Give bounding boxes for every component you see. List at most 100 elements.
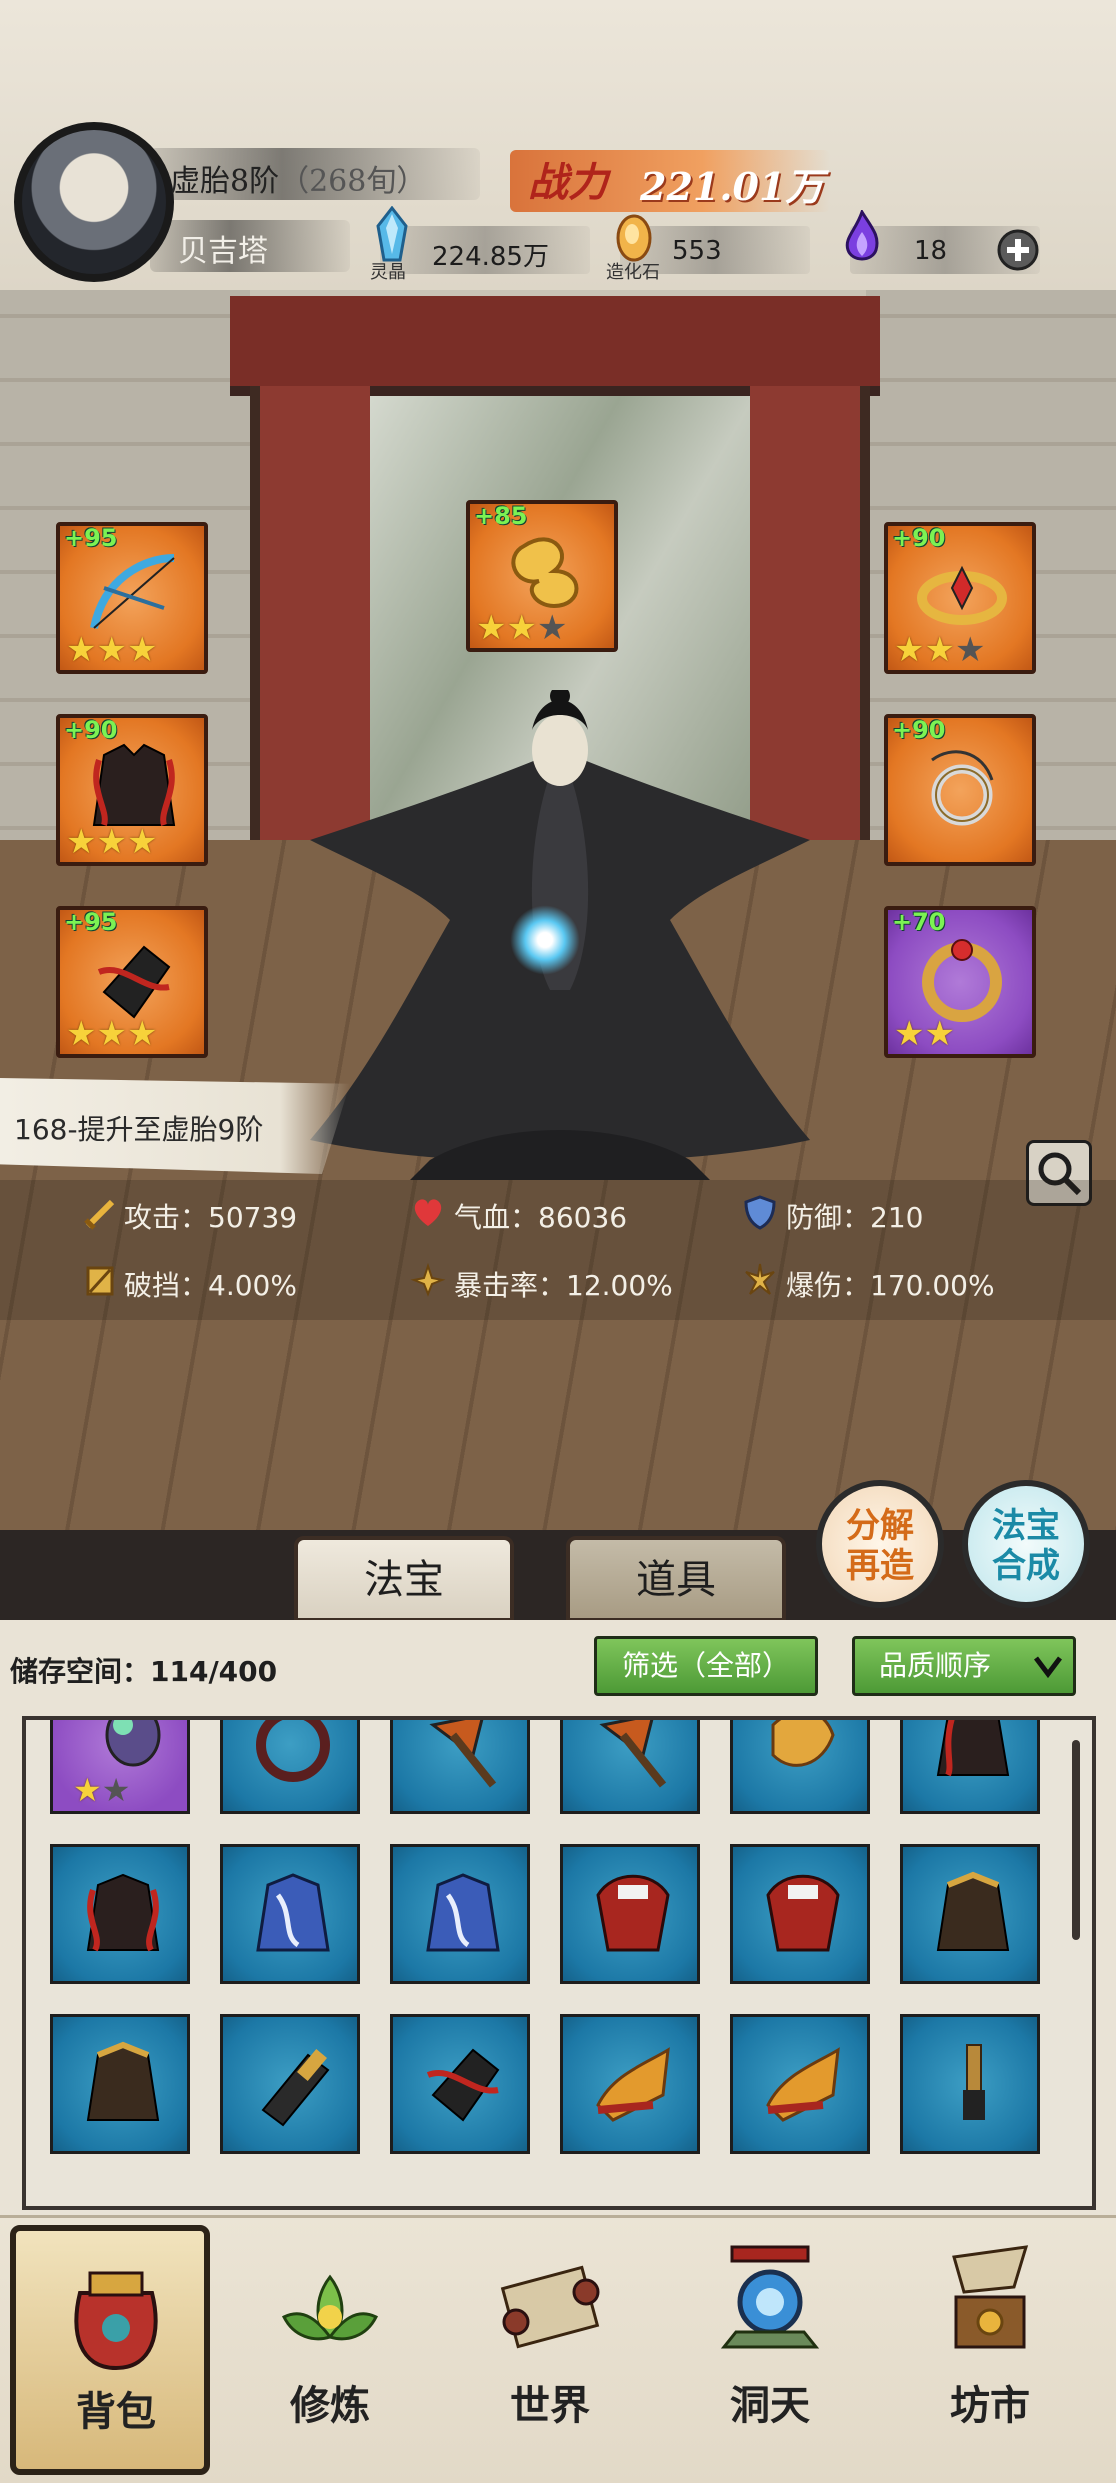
storage-capacity: 储存空间：114/400 [10, 1655, 278, 1688]
slot-stars: ★★★ [66, 630, 158, 670]
combine-label-2: 合成 [992, 1546, 1060, 1586]
spirit-crystal-value: 224.85万 [432, 242, 549, 272]
equip-slot-gauntlet[interactable]: +95 ★★★ [56, 906, 208, 1058]
equip-slot-bow[interactable]: +95 ★★★ [56, 522, 208, 674]
axe-item-icon [599, 1720, 667, 1788]
gauntlet-icon [97, 945, 171, 1019]
nav-label: 洞天 [730, 2382, 810, 2429]
inventory-item-phoenix-boot[interactable] [560, 2014, 700, 2154]
heart-icon [414, 1199, 442, 1226]
armor-icon [92, 743, 176, 826]
inventory-item-phoenix-boot[interactable] [730, 2014, 870, 2154]
creation-stone-value: 553 [672, 236, 722, 266]
portal-icon [720, 2245, 820, 2349]
purple-flame-icon [845, 210, 879, 261]
inventory-item-dark-robe[interactable] [900, 1844, 1040, 1984]
blue-robe-item-icon [256, 1873, 330, 1952]
nav-label: 世界 [510, 2382, 590, 2429]
sort-dropdown[interactable]: 品质顺序 [852, 1636, 1076, 1696]
nav-backpack[interactable]: 背包 [10, 2225, 210, 2475]
tab-treasure[interactable]: 法宝 [294, 1536, 514, 1622]
pendant-icon [931, 750, 994, 826]
realm-label: 虚胎8阶（268旬） [170, 164, 427, 199]
dagger-item-icon [963, 2044, 985, 2120]
phoenix-boot-item-icon [766, 2047, 840, 2122]
bracer-item-icon [261, 2049, 330, 2127]
inventory-item-golden-beast[interactable] [730, 1720, 870, 1814]
nav-cave[interactable]: 洞天 [670, 2225, 870, 2475]
nav-label: 背包 [76, 2388, 156, 2435]
spiked-wheel-item-icon [256, 1720, 330, 1782]
inventory-item-dark-robe[interactable] [50, 2014, 190, 2154]
inventory-item-red-gauntlet[interactable] [390, 2014, 530, 2154]
stat-defense: 防御：210 [786, 1201, 924, 1234]
scroll-icon [500, 2265, 600, 2349]
blue-robe-item-icon [426, 1873, 500, 1952]
tab-bar [0, 1530, 1116, 1620]
inventory-item-blue-robe[interactable] [220, 1844, 360, 1984]
red-gauntlet-item-icon [426, 2048, 500, 2122]
stat-attack: 攻击：50739 [124, 1201, 298, 1234]
tab-items[interactable]: 道具 [566, 1536, 786, 1622]
dark-robe-item-icon [936, 1871, 1010, 1951]
slot-stars: ★★ [894, 1014, 955, 1054]
equip-slot-charm[interactable]: +85 ★★★ [466, 500, 618, 652]
phoenix-boot-item-icon [596, 2047, 670, 2122]
plus-icon[interactable] [996, 228, 1040, 272]
cloud-charm-icon [511, 537, 579, 609]
filter-button[interactable]: 筛选（全部） [594, 1636, 818, 1696]
crown-icon [917, 565, 1007, 625]
equip-slot-crown[interactable]: +90 ★★★ [884, 522, 1036, 674]
sort-label: 品质顺序 [879, 1649, 992, 1682]
inventory-item-demon-mask[interactable] [560, 1844, 700, 1984]
dark-robe-item-icon [86, 2041, 160, 2121]
equip-slot-pendant[interactable]: +90 [884, 714, 1036, 866]
purple-flame-value: 18 [914, 236, 948, 266]
inventory-item-blue-robe[interactable] [390, 1844, 530, 1984]
stat-armor-break: 破挡：4.00% [124, 1269, 297, 1302]
decompose-rebuild-button[interactable]: 分解 再造 [816, 1480, 944, 1608]
inventory-item-bracer[interactable] [220, 2014, 360, 2154]
spirit-orb [510, 905, 580, 975]
ring-icon [922, 939, 1002, 1022]
red-armor-item-icon [86, 1873, 160, 1952]
nav-market[interactable]: 坊市 [890, 2225, 1090, 2475]
lotus-icon [281, 2274, 379, 2341]
inventory-item-demon-mask[interactable] [730, 1844, 870, 1984]
inventory-item-staff[interactable]: ★★ [50, 1720, 190, 1814]
inventory-item-dagger[interactable] [900, 2014, 1040, 2154]
shield-icon [744, 1195, 776, 1230]
creation-stone-icon [616, 214, 652, 262]
creation-stone-label: 造化石 [606, 262, 660, 283]
spirit-crystal-icon [376, 206, 408, 262]
inventory-item-red-armor[interactable] [50, 1844, 190, 1984]
inventory-item-axe[interactable] [390, 1720, 530, 1814]
avatar[interactable] [14, 122, 174, 282]
stat-hp: 气血：86036 [454, 1201, 628, 1234]
slot-stars: ★★★ [66, 1014, 158, 1054]
combat-power-value: 221.01万 [640, 164, 824, 209]
nav-world[interactable]: 世界 [450, 2225, 650, 2475]
spirit-crystal-label: 灵晶 [370, 262, 406, 283]
level-up-text: 168-提升至虚胎9阶 [14, 1113, 264, 1146]
username: 贝吉塔 [178, 234, 268, 269]
slot-stars: ★★★ [476, 608, 568, 648]
slot-stars: ★★★ [894, 630, 986, 670]
armor-break-icon [86, 1266, 114, 1296]
golden-beast-item-icon [771, 1720, 835, 1767]
treasure-combine-button[interactable]: 法宝 合成 [962, 1480, 1090, 1608]
inventory-item-spiked-wheel[interactable] [220, 1720, 360, 1814]
market-icon [952, 2245, 1029, 2349]
bow-icon [90, 554, 175, 629]
stat-crit-damage: 爆伤：170.00% [786, 1269, 995, 1302]
inventory-item-axe[interactable] [560, 1720, 700, 1814]
inventory-grid: ★★ [22, 1716, 1096, 2210]
stat-crit-rate: 暴击率：12.00% [454, 1269, 673, 1302]
inventory-scrollbar[interactable] [1072, 1740, 1080, 1940]
nav-cultivate[interactable]: 修炼 [230, 2225, 430, 2475]
inventory-item-red-robe[interactable] [900, 1720, 1040, 1814]
equip-slot-ring[interactable]: +70 ★★ [884, 906, 1036, 1058]
equip-slot-armor[interactable]: +90 ★★★ [56, 714, 208, 866]
nav-label: 修炼 [290, 2382, 370, 2429]
nav-label: 坊市 [950, 2382, 1030, 2429]
